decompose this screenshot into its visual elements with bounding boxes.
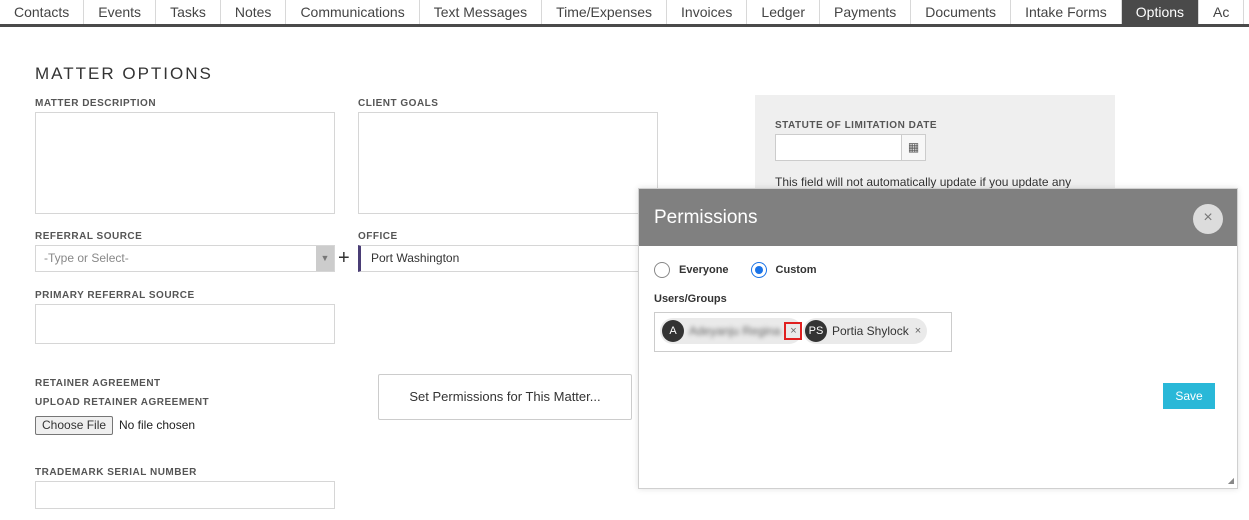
close-icon[interactable]: × xyxy=(1193,204,1223,234)
tab-documents[interactable]: Documents xyxy=(911,0,1012,24)
matter-description-input[interactable] xyxy=(35,112,335,214)
user-chip: A Adeyanju Regina × xyxy=(660,318,803,344)
retainer-agreement-label: RETAINER AGREEMENT xyxy=(35,378,161,389)
office-label: OFFICE xyxy=(358,231,398,242)
resize-handle-icon[interactable]: ◢ xyxy=(1228,476,1234,485)
tab-tasks[interactable]: Tasks xyxy=(156,0,221,24)
chevron-down-icon[interactable]: ▼ xyxy=(316,246,334,271)
tab-communications[interactable]: Communications xyxy=(286,0,420,24)
page-title: MATTER OPTIONS xyxy=(35,64,213,83)
everyone-label[interactable]: Everyone xyxy=(679,264,729,276)
upload-retainer-label: UPLOAD RETAINER AGREEMENT xyxy=(35,397,210,408)
tab-payments[interactable]: Payments xyxy=(820,0,912,24)
trademark-label: TRADEMARK SERIAL NUMBER xyxy=(35,467,197,478)
tab-options[interactable]: Options xyxy=(1121,0,1200,24)
save-button[interactable]: Save xyxy=(1163,383,1215,409)
statute-panel: STATUTE OF LIMITATION DATE ▦ This field … xyxy=(755,95,1115,195)
remove-user-icon[interactable]: × xyxy=(784,322,803,340)
calendar-icon[interactable]: ▦ xyxy=(901,134,926,161)
referral-source-select[interactable]: -Type or Select- ▼ xyxy=(35,245,335,272)
tab-invoices[interactable]: Invoices xyxy=(667,0,748,24)
custom-label[interactable]: Custom xyxy=(776,264,817,276)
no-file-text: No file chosen xyxy=(119,418,196,432)
remove-user-icon[interactable]: × xyxy=(915,325,921,337)
permission-options: Everyone Custom xyxy=(654,262,838,278)
primary-referral-label: PRIMARY REFERRAL SOURCE xyxy=(35,290,195,301)
tab-bar: Contacts Events Tasks Notes Communicatio… xyxy=(0,0,1249,27)
statute-note: This field will not automatically update… xyxy=(775,175,1072,189)
tab-events[interactable]: Events xyxy=(84,0,157,24)
user-chip-name: Portia Shylock xyxy=(832,324,909,338)
referral-source-placeholder: -Type or Select- xyxy=(44,251,129,265)
trademark-input[interactable] xyxy=(35,481,335,509)
tab-time-expenses[interactable]: Time/Expenses xyxy=(542,0,668,24)
avatar: PS xyxy=(805,320,827,342)
choose-file-button[interactable]: Choose File xyxy=(35,416,114,435)
custom-radio[interactable] xyxy=(750,262,767,278)
users-groups-label: Users/Groups xyxy=(654,293,727,305)
referral-source-label: REFERRAL SOURCE xyxy=(35,231,143,242)
office-select[interactable]: Port Washington xyxy=(358,245,658,272)
statute-label: STATUTE OF LIMITATION DATE xyxy=(775,120,938,131)
primary-referral-input[interactable] xyxy=(35,304,335,344)
users-groups-input[interactable]: A Adeyanju Regina × PS Portia Shylock × xyxy=(654,312,952,352)
matter-description-label: MATTER DESCRIPTION xyxy=(35,98,157,109)
everyone-radio[interactable] xyxy=(654,262,670,278)
modal-header: Permissions × xyxy=(639,189,1237,246)
tab-contacts[interactable]: Contacts xyxy=(0,0,85,24)
tab-intake-forms[interactable]: Intake Forms xyxy=(1011,0,1122,24)
tab-ledger[interactable]: Ledger xyxy=(747,0,820,24)
modal-title: Permissions xyxy=(654,207,758,228)
tab-notes[interactable]: Notes xyxy=(221,0,287,24)
add-referral-icon[interactable]: + xyxy=(338,246,350,270)
client-goals-label: CLIENT GOALS xyxy=(358,98,439,109)
tab-more[interactable]: Ac xyxy=(1199,0,1245,24)
user-chip: PS Portia Shylock × xyxy=(803,318,928,344)
statute-date-input[interactable] xyxy=(775,134,902,161)
client-goals-input[interactable] xyxy=(358,112,658,214)
user-chip-name: Adeyanju Regina xyxy=(689,324,781,338)
permissions-modal: Permissions × Everyone Custom Users/Grou… xyxy=(638,188,1238,489)
avatar: A xyxy=(662,320,684,342)
tab-text-messages[interactable]: Text Messages xyxy=(420,0,543,24)
set-permissions-button[interactable]: Set Permissions for This Matter... xyxy=(378,374,632,420)
